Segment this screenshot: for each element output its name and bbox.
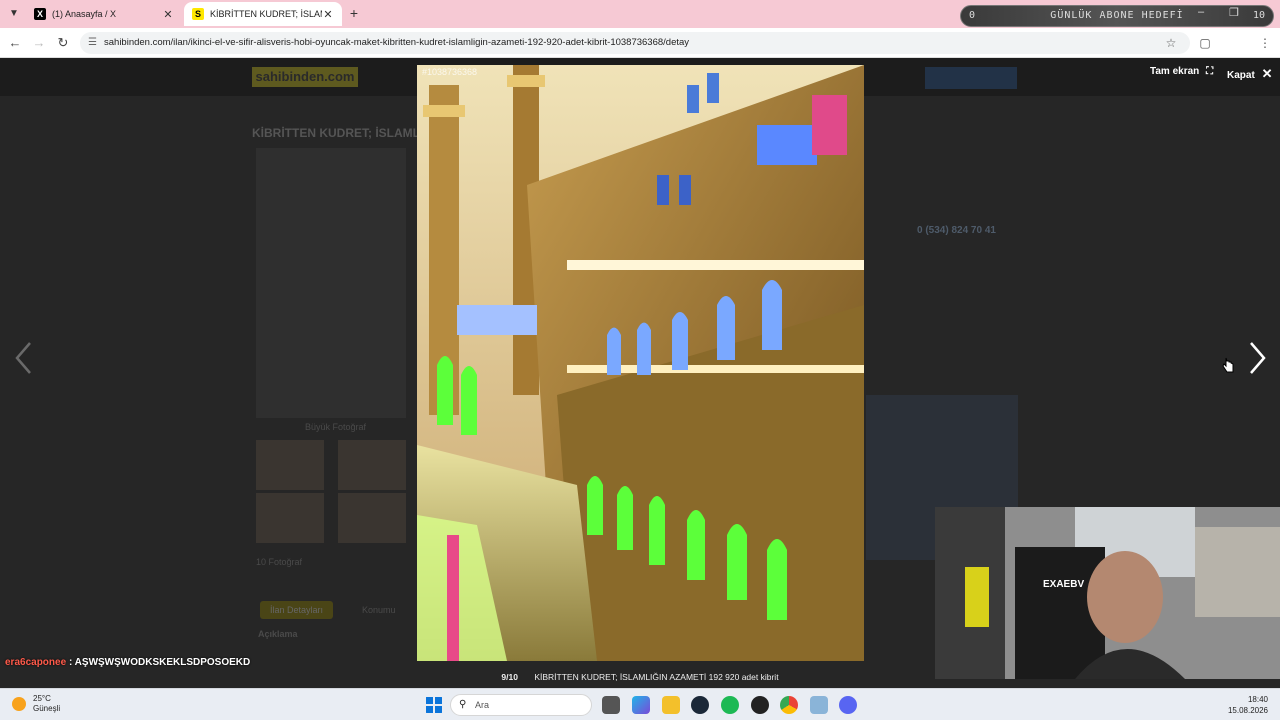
thumbnail bbox=[338, 493, 406, 543]
url-bar[interactable]: ☰ sahibinden.com/ilan/ikinci-el-ve-sifir… bbox=[80, 32, 1190, 54]
bookmark-star-icon[interactable]: ☆ bbox=[1163, 35, 1179, 51]
fullscreen-label: Tam ekran bbox=[1150, 66, 1200, 77]
tab-title: (1) Anasayfa / X bbox=[52, 9, 117, 19]
photo-count: 10 Fotoğraf bbox=[256, 557, 303, 567]
url-text: sahibinden.com/ilan/ikinci-el-ve-sifir-a… bbox=[104, 37, 690, 48]
tab-x-home[interactable]: X (1) Anasayfa / X ✕ bbox=[26, 2, 182, 26]
thumbnail bbox=[256, 440, 324, 490]
reload-icon[interactable]: ↻ bbox=[55, 35, 71, 51]
description-label: Açıklama bbox=[258, 629, 298, 639]
temperature: 25°C bbox=[33, 694, 51, 703]
photo-counter: 9/10 bbox=[501, 672, 518, 682]
tab-sahibinden-listing[interactable]: S KİBRİTTEN KUDRET; İSLAMLIĞIN ✕ bbox=[184, 2, 342, 26]
search-placeholder: Ara bbox=[475, 700, 490, 710]
taskbar-search-box[interactable]: ⚲ Ara bbox=[450, 694, 592, 716]
copilot-icon[interactable] bbox=[632, 696, 650, 714]
hand-cursor-icon bbox=[1222, 357, 1234, 373]
clock-time: 18:40 bbox=[1247, 695, 1268, 704]
thumbnail bbox=[338, 440, 406, 490]
tab-title: KİBRİTTEN KUDRET; İSLAMLIĞIN bbox=[210, 9, 322, 19]
discord-icon[interactable] bbox=[839, 696, 857, 714]
matchstick-mosque-model-photo bbox=[417, 65, 864, 661]
forward-arrow-icon[interactable]: → bbox=[31, 35, 47, 51]
chat-text: : AŞWŞWŞWODKSKEKLSDPOSOEKD bbox=[68, 657, 251, 668]
shirt-text: EXAEBV bbox=[1043, 579, 1084, 590]
chat-username: era6caponee bbox=[5, 657, 67, 668]
listing-title: KİBRİTTEN KUDRET; İSLAMLI bbox=[252, 126, 424, 140]
chrome-icon[interactable] bbox=[780, 696, 798, 714]
fullscreen-expand-icon: ⛶ bbox=[1206, 66, 1214, 77]
main-photo-ghost bbox=[256, 148, 406, 418]
site-info-icon[interactable]: ☰ bbox=[88, 32, 97, 54]
system-clock[interactable]: 18:40 15.08.2026 bbox=[1228, 694, 1268, 716]
chrome-menu-icon[interactable]: ⋮ bbox=[1257, 35, 1273, 51]
sahibinden-logo-icon: S bbox=[192, 8, 204, 20]
sahibinden-logo: sahibinden.com bbox=[252, 67, 358, 87]
windows-start-icon[interactable] bbox=[425, 696, 443, 714]
back-arrow-icon[interactable]: ← bbox=[7, 35, 23, 51]
weather-widget[interactable]: 25°C Güneşli bbox=[12, 694, 60, 714]
settings-gear-icon[interactable] bbox=[810, 696, 828, 714]
windows-taskbar: 25°C Güneşli ⚲ Ara 18:40 15.08.2026 bbox=[0, 688, 1280, 720]
next-photo-arrow-icon[interactable] bbox=[1245, 340, 1269, 376]
x-logo-icon: X bbox=[34, 8, 46, 20]
listing-number-watermark: #1038736368 bbox=[422, 67, 478, 77]
header-post-ad-button bbox=[925, 67, 1017, 89]
search-icon: ⚲ bbox=[459, 699, 467, 710]
steam-icon[interactable] bbox=[691, 696, 709, 714]
spotify-icon[interactable] bbox=[721, 696, 739, 714]
sun-icon bbox=[12, 697, 26, 711]
file-explorer-icon[interactable] bbox=[662, 696, 680, 714]
tab-close-icon[interactable]: ✕ bbox=[322, 8, 334, 21]
fullscreen-button[interactable]: Tam ekran ⛶ bbox=[1150, 66, 1213, 77]
goal-label: GÜNLÜK ABONE HEDEFİ bbox=[1050, 10, 1184, 21]
close-label: Kapat bbox=[1227, 70, 1255, 81]
seller-phone: 0 (534) 824 70 41 bbox=[917, 225, 996, 236]
subscriber-goal-widget: 0 GÜNLÜK ABONE HEDEFİ 10 bbox=[960, 5, 1274, 27]
clock-date: 15.08.2026 bbox=[1227, 706, 1268, 715]
tab-search-chevron-icon[interactable]: ▼ bbox=[6, 6, 22, 22]
extensions-puzzle-icon[interactable]: ▢ bbox=[1197, 35, 1213, 51]
stream-chat-message: era6caponee : AŞWŞWŞWODKSKEKLSDPOSOEKD bbox=[5, 657, 250, 668]
browser-toolbar: ← → ↻ ☰ sahibinden.com/ilan/ikinci-el-ve… bbox=[0, 28, 1280, 79]
tab-close-icon[interactable]: ✕ bbox=[162, 8, 174, 21]
enlarge-photo-link: Büyük Fotoğraf bbox=[305, 422, 367, 432]
minimize-icon[interactable]: – bbox=[1198, 6, 1204, 18]
description-text-ghost bbox=[258, 598, 948, 608]
goal-target: 10 bbox=[1252, 10, 1265, 21]
weather-condition: Güneşli bbox=[33, 704, 61, 713]
streamer-webcam-feed: EXAEBV bbox=[935, 507, 1280, 679]
close-button[interactable]: Kapat ✕ bbox=[1227, 66, 1272, 82]
task-view-icon[interactable] bbox=[602, 696, 620, 714]
previous-photo-arrow-icon[interactable] bbox=[12, 340, 36, 376]
caption-text: KİBRİTTEN KUDRET; İSLAMLIĞIN AZAMETİ 192… bbox=[534, 672, 779, 682]
browser-tab-strip: ▼ X (1) Anasayfa / X ✕ S KİBRİTTEN KUDRE… bbox=[0, 0, 1280, 28]
thumbnail bbox=[256, 493, 324, 543]
streaming-app-icon[interactable] bbox=[751, 696, 769, 714]
maximize-icon[interactable]: ❐ bbox=[1229, 6, 1239, 19]
new-tab-button[interactable]: + bbox=[346, 5, 362, 21]
close-icon: ✕ bbox=[1261, 66, 1273, 81]
